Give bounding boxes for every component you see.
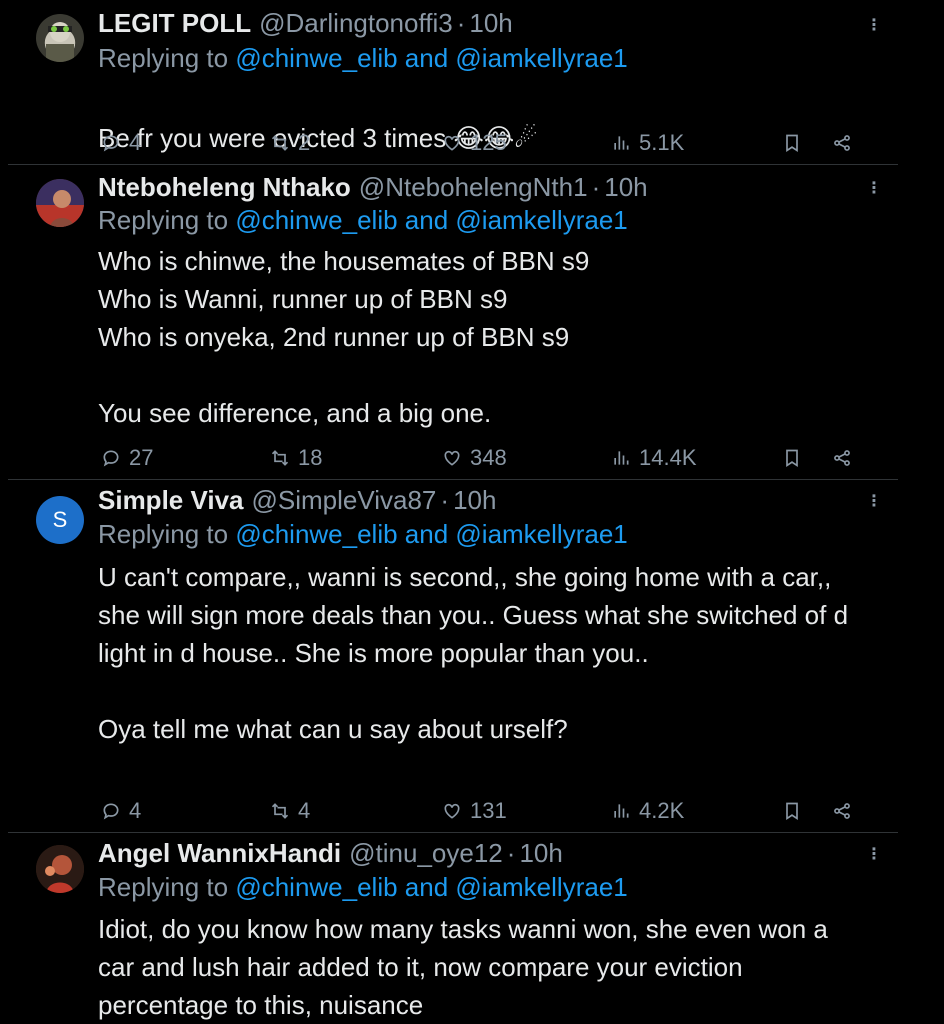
avatar[interactable] [36,14,84,62]
separator: · [591,171,601,202]
action-bar: 4 2 125 5.1K [0,128,944,158]
reply-button[interactable]: 4 [101,796,141,826]
user-handle[interactable]: @NtebohelengNth1 [359,172,588,203]
reply-button[interactable]: 4 [101,128,141,158]
replying-prefix: Replying to [98,205,236,235]
tweet-header: Nteboheleng Nthako @NtebohelengNth1 · 10… [98,170,648,204]
share-icon [834,450,850,466]
display-name[interactable]: Angel WannixHandi [98,838,341,869]
reply-count: 4 [129,798,142,823]
more-icon[interactable]: ⋮ [866,490,882,514]
views-icon [614,136,629,150]
tweet-text: Idiot, do you know how many tasks wanni … [98,914,828,1020]
reply-icon [103,450,119,467]
replying-users-link[interactable]: @chinwe_elib and @iamkellyrae1 [235,519,627,549]
share-button[interactable] [832,443,852,473]
repost-count: 18 [298,445,323,470]
action-bar: 27 18 348 14.4K [0,443,944,473]
like-icon [444,450,460,466]
avatar[interactable] [36,179,84,227]
replying-prefix: Replying to [98,872,236,902]
tweet-header: LEGIT POLL @Darlingtonoffi3 · 10h [98,6,513,40]
repost-button[interactable]: 18 [270,443,322,473]
timestamp[interactable]: 10h [604,172,647,203]
like-count: 125 [470,130,507,155]
tweet[interactable]: Nteboheleng Nthako @NtebohelengNth1 · 10… [0,165,944,479]
like-icon [444,803,460,819]
repost-count: 4 [298,798,311,823]
bookmark-button[interactable] [782,128,802,158]
bookmark-button[interactable] [782,796,802,826]
reply-count: 4 [129,130,142,155]
views-button[interactable]: 4.2K [611,796,684,826]
tweet[interactable]: LEGIT POLL @Darlingtonoffi3 · 10h ⋮ Repl… [0,0,944,164]
reply-count: 27 [129,445,154,470]
display-name[interactable]: Nteboheleng Nthako [98,172,351,203]
display-name[interactable]: LEGIT POLL [98,8,251,39]
replying-prefix: Replying to [98,43,236,73]
share-icon [834,135,850,151]
bookmark-icon [786,134,798,153]
replying-users-link[interactable]: @chinwe_elib and @iamkellyrae1 [235,43,627,73]
replying-to: Replying to @chinwe_elib and @iamkellyra… [98,870,628,904]
separator: · [456,7,466,38]
replying-to: Replying to @chinwe_elib and @iamkellyra… [98,41,628,75]
views-icon [614,804,629,818]
tweet-text: U can't compare,, wanni is second,, she … [98,562,849,744]
display-name[interactable]: Simple Viva [98,485,244,516]
repost-icon [271,450,289,466]
tweet-header: Angel WannixHandi @tinu_oye12 · 10h [98,836,563,870]
avatar[interactable]: S [36,496,84,544]
reply-button[interactable]: 27 [101,443,153,473]
replying-to: Replying to @chinwe_elib and @iamkellyra… [98,517,628,551]
more-icon[interactable]: ⋮ [866,14,882,38]
bookmark-button[interactable] [782,443,802,473]
share-icon [834,803,850,819]
share-button[interactable] [832,796,852,826]
like-button[interactable]: 131 [442,796,507,826]
like-button[interactable]: 348 [442,443,507,473]
tweet-header: Simple Viva @SimpleViva87 · 10h [98,483,496,517]
tweet[interactable]: S Simple Viva @SimpleViva87 · 10h ⋮ Repl… [0,480,944,832]
like-icon [444,135,460,151]
reply-icon [103,135,119,152]
user-handle[interactable]: @Darlingtonoffi3 [259,8,453,39]
bookmark-icon [786,449,798,468]
tweet-text: Who is chinwe, the housemates of BBN s9 … [98,246,590,428]
like-count: 348 [470,445,507,470]
timestamp[interactable]: 10h [453,485,496,516]
repost-icon [271,803,289,819]
replying-prefix: Replying to [98,519,236,549]
like-count: 131 [470,798,507,823]
more-icon[interactable]: ⋮ [866,843,882,867]
repost-button[interactable]: 4 [270,796,310,826]
avatar[interactable] [36,845,84,893]
timestamp[interactable]: 10h [469,8,512,39]
replying-users-link[interactable]: @chinwe_elib and @iamkellyrae1 [235,872,627,902]
repost-count: 2 [298,130,311,155]
share-button[interactable] [832,128,852,158]
replying-to: Replying to @chinwe_elib and @iamkellyra… [98,203,628,237]
like-button[interactable]: 125 [442,128,507,158]
reply-icon [103,803,119,820]
separator: · [440,484,450,515]
views-count: 14.4K [639,445,697,470]
timestamp[interactable]: 10h [519,838,562,869]
separator: · [506,837,516,868]
replying-users-link[interactable]: @chinwe_elib and @iamkellyrae1 [235,205,627,235]
views-button[interactable]: 5.1K [611,128,684,158]
views-button[interactable]: 14.4K [611,443,697,473]
views-count: 4.2K [639,798,685,823]
views-count: 5.1K [639,130,685,155]
repost-icon [271,135,289,151]
tweet[interactable]: Angel WannixHandi @tinu_oye12 · 10h ⋮ Re… [0,833,944,1024]
bookmark-icon [786,802,798,821]
repost-button[interactable]: 2 [270,128,310,158]
user-handle[interactable]: @tinu_oye12 [349,838,503,869]
action-bar: 4 4 131 4.2K [0,796,944,826]
views-icon [614,451,629,465]
user-handle[interactable]: @SimpleViva87 [252,485,437,516]
more-icon[interactable]: ⋮ [866,177,882,201]
avatar-letter: S [52,507,68,532]
